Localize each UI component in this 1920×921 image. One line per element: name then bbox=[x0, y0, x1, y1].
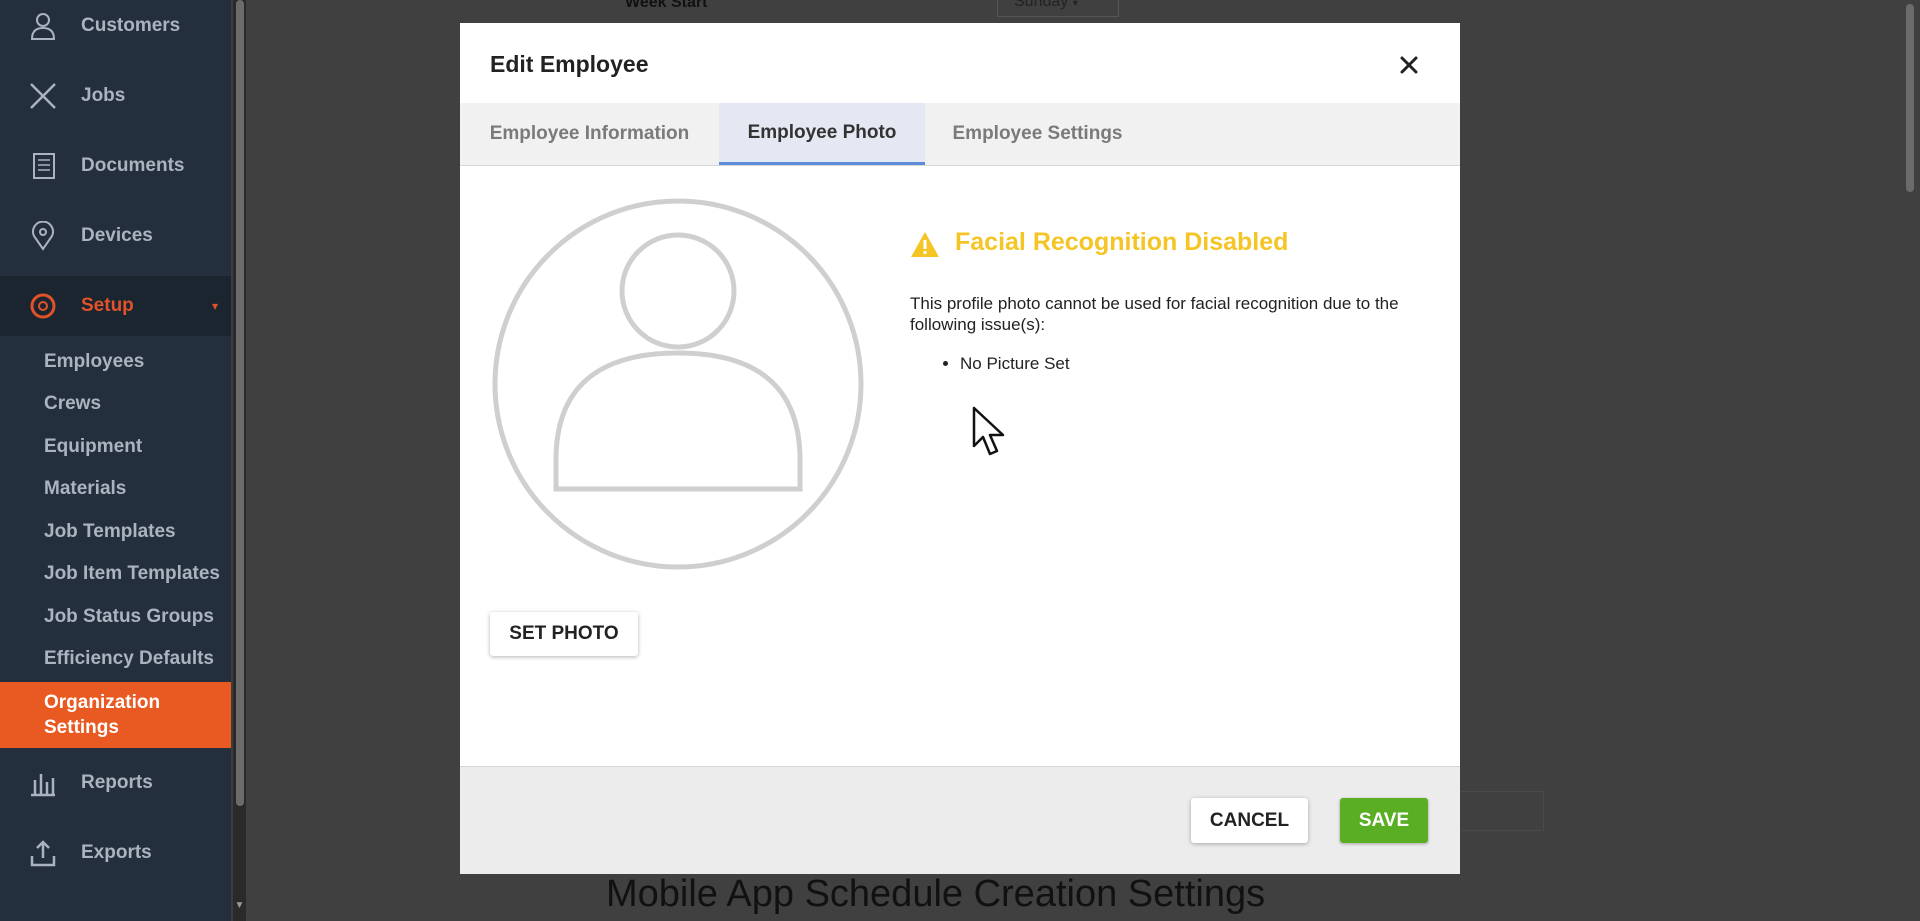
close-icon[interactable] bbox=[1395, 51, 1423, 79]
sidebar-item-label: Materials bbox=[44, 478, 127, 499]
modal-footer: CANCEL SAVE bbox=[460, 766, 1460, 874]
bar-chart-icon bbox=[31, 774, 55, 797]
nav-item-reports[interactable]: Reports bbox=[0, 753, 231, 813]
sidebar-item-job-item-templates[interactable]: Job Item Templates bbox=[0, 554, 231, 594]
sidebar-item-organization-settings[interactable]: Organization Settings bbox=[0, 682, 231, 748]
tab-employee-information[interactable]: Employee Information bbox=[460, 103, 719, 165]
sidebar-item-label: Job Templates bbox=[44, 521, 176, 542]
sidebar: Customers Jobs Documents Devices Setup ▾… bbox=[0, 0, 231, 921]
nav-item-jobs[interactable]: Jobs bbox=[0, 66, 231, 126]
nav-item-setup[interactable]: Setup ▾ bbox=[0, 276, 231, 336]
sidebar-item-employees[interactable]: Employees bbox=[0, 342, 231, 382]
mouse-cursor-icon bbox=[972, 406, 1005, 456]
sidebar-item-crews[interactable]: Crews bbox=[0, 384, 231, 424]
sidebar-item-label: Equipment bbox=[44, 436, 143, 457]
tools-icon bbox=[30, 83, 56, 109]
nav-label: Reports bbox=[81, 772, 153, 793]
section-heading: Mobile App Schedule Creation Settings bbox=[606, 873, 1266, 915]
page-scrollbar-thumb[interactable] bbox=[1906, 4, 1914, 192]
edit-employee-modal: Edit Employee Employee Information Emplo… bbox=[460, 23, 1460, 874]
gear-icon bbox=[30, 293, 56, 319]
sidebar-item-efficiency-defaults[interactable]: Efficiency Defaults bbox=[0, 639, 231, 679]
scroll-down-icon[interactable]: ▼ bbox=[233, 900, 246, 914]
sidebar-item-label: Crews bbox=[44, 393, 102, 414]
warning-title: Facial Recognition Disabled bbox=[955, 228, 1289, 256]
sidebar-item-job-status-groups[interactable]: Job Status Groups bbox=[0, 597, 231, 637]
nav-item-documents[interactable]: Documents bbox=[0, 136, 231, 196]
avatar-placeholder-icon bbox=[492, 198, 864, 570]
nav-item-exports[interactable]: Exports bbox=[0, 823, 231, 883]
sidebar-item-equipment[interactable]: Equipment bbox=[0, 427, 231, 467]
sidebar-item-label: Organization Settings bbox=[44, 692, 161, 738]
caret-down-icon: ▾ bbox=[1072, 0, 1078, 9]
user-icon bbox=[30, 13, 56, 40]
modal-header: Edit Employee bbox=[460, 23, 1460, 104]
nav-item-customers[interactable]: Customers bbox=[0, 0, 231, 56]
nav-label: Setup bbox=[81, 295, 134, 316]
nav-item-devices[interactable]: Devices bbox=[0, 206, 231, 266]
week-start-select[interactable]: Sunday ▾ bbox=[997, 0, 1119, 17]
nav-label: Customers bbox=[81, 15, 181, 36]
tab-employee-settings[interactable]: Employee Settings bbox=[925, 103, 1150, 165]
sidebar-item-label: Employees bbox=[44, 351, 145, 372]
upload-icon bbox=[30, 840, 56, 867]
issue-list: No Picture Set bbox=[910, 353, 1070, 375]
chevron-down-icon: ▾ bbox=[212, 299, 219, 313]
background-input[interactable] bbox=[1456, 791, 1544, 831]
sidebar-scrollbar-thumb[interactable] bbox=[236, 0, 244, 806]
list-item: No Picture Set bbox=[960, 353, 1070, 375]
sidebar-item-label: Efficiency Defaults bbox=[44, 648, 214, 669]
modal-title: Edit Employee bbox=[490, 51, 649, 77]
location-pin-icon bbox=[32, 221, 54, 251]
sidebar-item-job-templates[interactable]: Job Templates bbox=[0, 512, 231, 552]
documents-icon bbox=[33, 153, 55, 179]
tab-employee-photo[interactable]: Employee Photo bbox=[719, 103, 925, 165]
warning-text: This profile photo cannot be used for fa… bbox=[910, 294, 1399, 334]
set-photo-button[interactable]: SET PHOTO bbox=[490, 612, 638, 656]
nav-label: Documents bbox=[81, 155, 185, 176]
nav-label: Exports bbox=[81, 842, 152, 863]
modal-tabs: Employee Information Employee Photo Empl… bbox=[460, 103, 1460, 166]
warning-icon bbox=[911, 232, 939, 257]
cancel-button[interactable]: CANCEL bbox=[1191, 798, 1308, 843]
nav-label: Devices bbox=[81, 225, 153, 246]
save-button[interactable]: SAVE bbox=[1340, 798, 1428, 843]
sidebar-item-label: Job Item Templates bbox=[44, 563, 220, 584]
sidebar-item-label: Job Status Groups bbox=[44, 606, 214, 627]
nav-label: Jobs bbox=[81, 85, 126, 106]
sidebar-item-materials[interactable]: Materials bbox=[0, 469, 231, 509]
week-start-value: Sunday bbox=[1014, 0, 1069, 10]
week-start-label: Week Start bbox=[625, 0, 708, 11]
